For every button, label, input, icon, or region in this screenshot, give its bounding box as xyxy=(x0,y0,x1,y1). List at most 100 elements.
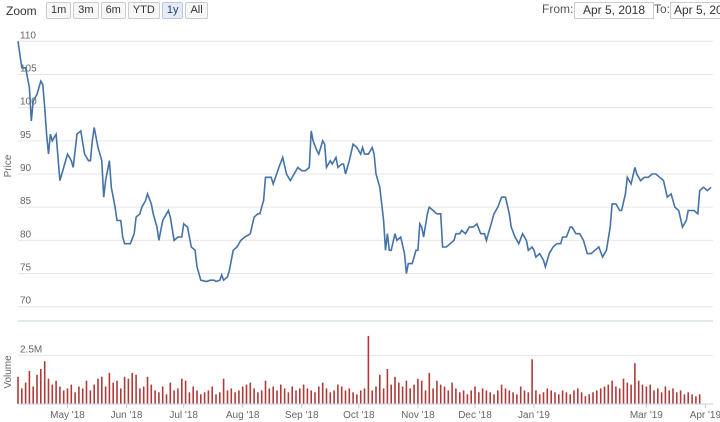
volume-bar xyxy=(546,388,549,404)
volume-bar xyxy=(295,390,297,404)
volume-bar xyxy=(637,380,640,404)
volume-bar xyxy=(588,394,590,404)
volume-bar xyxy=(173,390,175,404)
volume-bar xyxy=(573,390,575,404)
volume-bar xyxy=(363,388,366,404)
volume-bar xyxy=(28,370,31,404)
x-tick-label: Aug '18 xyxy=(226,410,260,421)
volume-bar xyxy=(645,386,648,404)
volume-bar xyxy=(535,390,537,404)
volume-bar xyxy=(462,390,465,404)
volume-bar xyxy=(51,384,54,404)
volume-bar xyxy=(611,380,613,404)
volume-bar xyxy=(428,372,431,404)
volume-bar xyxy=(154,390,156,404)
volume-bar xyxy=(238,390,240,404)
volume-bar xyxy=(676,392,678,404)
volume-bar xyxy=(348,388,351,404)
volume-bar xyxy=(523,390,526,404)
volume-bar xyxy=(24,382,27,404)
volume-bar xyxy=(603,386,606,404)
volume-bar xyxy=(531,359,533,404)
volume-bar xyxy=(542,392,545,404)
volume-bar xyxy=(196,390,198,404)
volume-bar xyxy=(519,386,522,404)
x-tick-label: Sep '18 xyxy=(285,410,319,421)
price-tick-label: 105 xyxy=(20,63,37,74)
volume-bar xyxy=(527,392,530,404)
volume-bar xyxy=(459,392,461,404)
volume-bar xyxy=(43,361,46,404)
volume-bar xyxy=(455,388,457,404)
volume-bar xyxy=(112,382,114,404)
volume-bar xyxy=(291,386,293,404)
volume-bar xyxy=(70,384,73,404)
volume-bar xyxy=(615,386,617,404)
volume-bar xyxy=(249,382,252,404)
volume-bar xyxy=(664,386,667,404)
volume-bar xyxy=(580,392,583,404)
price-tick-label: 70 xyxy=(20,296,32,307)
volume-bar xyxy=(222,378,225,404)
volume-bar xyxy=(401,386,404,404)
volume-bar xyxy=(203,392,206,404)
volume-bar xyxy=(283,388,286,404)
volume-bar xyxy=(698,394,701,404)
volume-bar xyxy=(40,369,42,404)
volume-bar xyxy=(234,392,236,404)
x-tick-label: Jun '18 xyxy=(111,410,143,421)
volume-bar xyxy=(592,392,594,404)
volume-y-axis: 2.5M xyxy=(20,344,42,355)
volume-bar xyxy=(116,380,118,404)
price-tick-label: 90 xyxy=(20,163,32,174)
volume-bar xyxy=(230,388,233,404)
volume-bar xyxy=(325,388,328,404)
volume-bar xyxy=(219,392,221,404)
volume-bar xyxy=(146,376,149,404)
volume-bar xyxy=(192,386,194,404)
volume-bar xyxy=(500,384,503,404)
volume-bar xyxy=(272,386,274,404)
x-tick-label: May '18 xyxy=(50,410,85,421)
volume-bar xyxy=(466,394,469,404)
volume-bar xyxy=(550,390,552,404)
volume-bar xyxy=(417,378,419,404)
volume-bar xyxy=(634,363,636,404)
volume-bar xyxy=(276,390,278,404)
volume-bar xyxy=(367,335,370,404)
volume-bar xyxy=(577,388,579,404)
volume-bar xyxy=(672,388,674,404)
x-tick-label: Jan '19 xyxy=(518,410,550,421)
volume-bar xyxy=(398,382,400,404)
stock-chart: 707580859095100105110 Price 2.5M Volume … xyxy=(3,30,720,421)
volume-bar xyxy=(447,390,450,404)
volume-bar xyxy=(516,394,518,404)
price-tick-label: 75 xyxy=(20,263,32,274)
volume-bar xyxy=(287,392,290,404)
volume-bar xyxy=(352,392,354,404)
volume-tick-label: 2.5M xyxy=(20,344,42,355)
volume-bar xyxy=(329,392,332,404)
price-tick-label: 80 xyxy=(20,229,32,240)
price-y-axis: 707580859095100105110 xyxy=(20,30,37,306)
volume-bar xyxy=(241,386,244,404)
volume-bar xyxy=(55,380,57,404)
volume-bar xyxy=(512,392,514,404)
volume-bar xyxy=(257,392,259,404)
volume-bar xyxy=(120,388,122,404)
volume-bar xyxy=(17,376,19,404)
volume-bar xyxy=(359,390,362,404)
volume-bar xyxy=(599,388,602,404)
volume-bar xyxy=(158,392,160,404)
volume-bar xyxy=(253,388,255,404)
x-tick-label: Apr '19 xyxy=(690,410,720,421)
volume-bar xyxy=(630,384,632,404)
volume-bar xyxy=(344,390,347,404)
volume-bar xyxy=(85,380,88,404)
volume-bar xyxy=(565,392,568,404)
volume-bar xyxy=(569,394,571,404)
volume-bar xyxy=(340,386,343,404)
volume-bar xyxy=(508,390,511,404)
volume-bar xyxy=(127,378,130,404)
volume-bar xyxy=(390,384,392,404)
